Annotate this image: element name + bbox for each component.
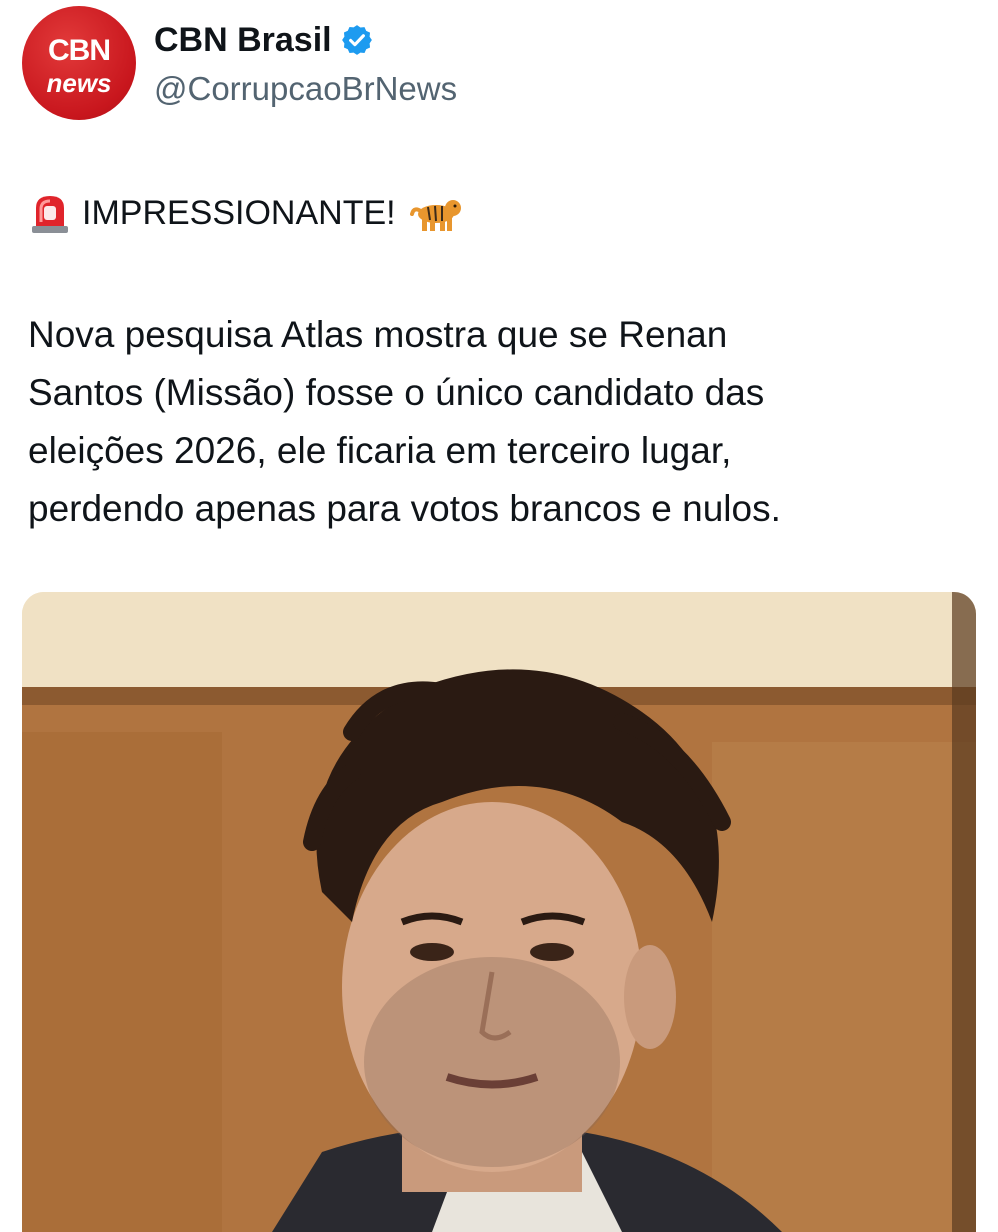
tweet-text-line: Santos (Missão) fosse o único candidato … <box>28 372 765 413</box>
tweet-header: CBN Brasil @CorrupcaoBrNews <box>154 18 457 108</box>
rotating-light-icon <box>30 192 70 234</box>
avatar-logo-line2: news <box>46 68 112 98</box>
tweet-headline-row: IMPRESSIONANTE! <box>30 192 466 234</box>
name-row: CBN Brasil <box>154 18 457 62</box>
tweet-headline: IMPRESSIONANTE! <box>82 193 396 232</box>
verified-badge-icon <box>340 23 374 57</box>
avatar[interactable]: CBN news <box>22 6 136 120</box>
tweet-photo[interactable] <box>22 592 976 1232</box>
tiger-icon <box>408 192 466 234</box>
avatar-logo-line1: CBN <box>48 34 111 67</box>
tweet-text-line: eleições 2026, ele ficaria em terceiro l… <box>28 430 732 471</box>
tweet-text-line: perdendo apenas para votos brancos e nul… <box>28 488 781 529</box>
display-name[interactable]: CBN Brasil <box>154 21 332 60</box>
tweet-text: Nova pesquisa Atlas mostra que se Renan … <box>28 306 968 538</box>
handle[interactable]: @CorrupcaoBrNews <box>154 70 457 108</box>
tweet-text-line: Nova pesquisa Atlas mostra que se Renan <box>28 314 728 355</box>
